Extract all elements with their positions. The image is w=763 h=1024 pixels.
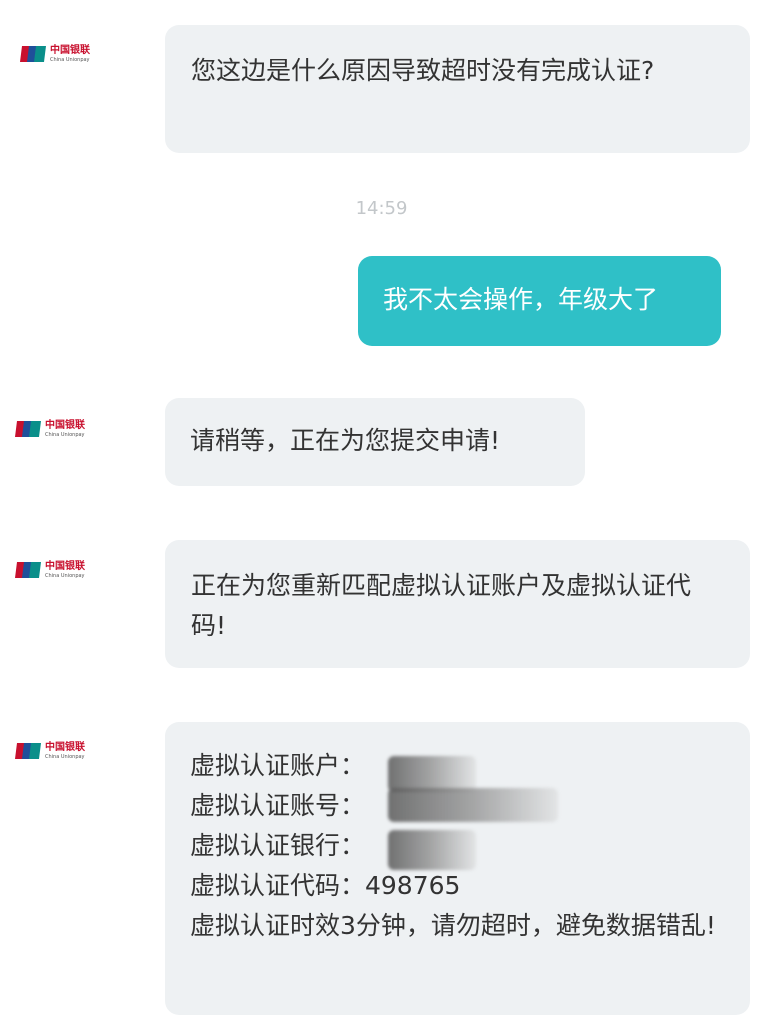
unionpay-logo-icon [15, 421, 41, 437]
incoming-message-bubble[interactable]: 请稍等，正在为您提交申请! [165, 398, 585, 486]
brand-name-cn: 中国银联 [45, 419, 85, 431]
outgoing-message-bubble[interactable]: 我不太会操作，年级大了 [358, 256, 721, 346]
message-text: 我不太会操作，年级大了 [383, 285, 659, 314]
message-timestamp: 14:59 [355, 198, 408, 219]
unionpay-logo-icon [15, 743, 41, 759]
redacted-number-blur [388, 788, 558, 822]
incoming-message-bubble[interactable]: 虚拟认证账户： 虚拟认证账号： 虚拟认证银行： 虚拟认证代码：498765 虚拟… [165, 722, 750, 1015]
brand-name-en: China Unionpay [50, 56, 90, 63]
brand-name-cn: 中国银联 [45, 741, 85, 753]
brand-name-cn: 中国银联 [45, 560, 85, 572]
redacted-bank-blur [388, 830, 476, 870]
avatar-unionpay-2: 中国银联 China Unionpay [15, 415, 107, 443]
virtual-code-line: 虚拟认证代码：498765 [190, 871, 461, 900]
avatar-unionpay-1: 中国银联 China Unionpay [20, 40, 112, 68]
message-text: 您这边是什么原因导致超时没有完成认证? [191, 56, 655, 85]
brand-name-en: China Unionpay [45, 572, 85, 579]
brand-name-en: China Unionpay [45, 431, 85, 438]
incoming-message-bubble[interactable]: 您这边是什么原因导致超时没有完成认证? [165, 25, 750, 153]
unionpay-logo-icon [15, 562, 41, 578]
message-text: 正在为您重新匹配虚拟认证账户及虚拟认证代码! [191, 571, 692, 640]
avatar-unionpay-4: 中国银联 China Unionpay [15, 737, 107, 765]
unionpay-logo-icon [20, 46, 46, 62]
validity-notice-line: 虚拟认证时效3分钟，请勿超时，避免数据错乱! [190, 911, 716, 940]
incoming-message-bubble[interactable]: 正在为您重新匹配虚拟认证账户及虚拟认证代码! [165, 540, 750, 668]
message-text: 请稍等，正在为您提交申请! [190, 426, 501, 455]
brand-name-cn: 中国银联 [50, 44, 90, 56]
brand-name-en: China Unionpay [45, 753, 85, 760]
redacted-account-blur [388, 756, 476, 792]
avatar-unionpay-3: 中国银联 China Unionpay [15, 556, 107, 584]
